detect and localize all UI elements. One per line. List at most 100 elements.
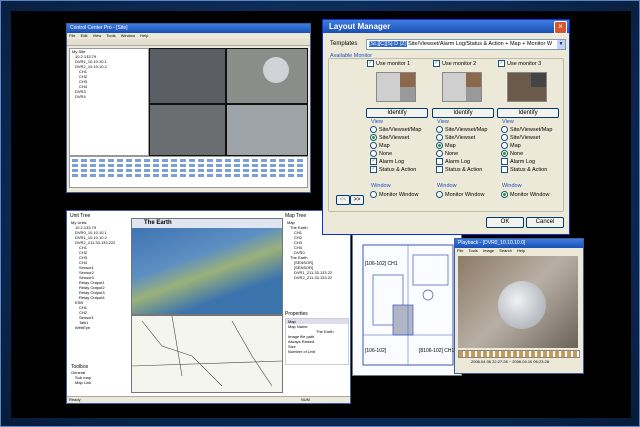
checkbox[interactable] [501,158,508,166]
view-option[interactable]: ✓ Alarm Log [370,158,404,166]
close-button[interactable]: × [554,21,567,34]
view-option[interactable]: Alarm Log [501,158,535,166]
option-label: Site/Viewset [445,135,476,141]
view-option[interactable]: Site/Viewset/Map [436,126,487,134]
view-option[interactable]: Map [436,142,456,150]
view-option[interactable]: Status & Action [436,166,482,174]
view-option[interactable]: Site/Viewset [370,134,409,142]
chevron-down-icon[interactable]: ▼ [557,40,565,49]
checkbox[interactable]: ✓ [370,158,377,166]
monitor-3-thumbnail [507,72,547,102]
property-row[interactable]: Number of Unit [286,349,348,354]
main-window-titlebar[interactable]: Control Center Pro - [Site] [67,24,310,33]
camera-view-2[interactable] [226,48,308,104]
radio[interactable] [370,134,377,142]
view-option[interactable]: Map [501,142,521,150]
view-option[interactable]: Site/Viewset [501,134,540,142]
sketch-map-panel[interactable] [131,315,283,393]
radio[interactable] [370,126,377,134]
tree-item[interactable]: DVR4 [70,94,148,99]
view-option[interactable]: None [370,150,392,158]
log-row [72,164,305,167]
tree-item[interactable]: WebEye [69,325,129,330]
menu-item[interactable]: Help [140,33,148,38]
playback-video[interactable] [458,256,578,348]
playback-titlebar[interactable]: Playback - [DVR0_10.10.10.0] [455,239,583,248]
radio[interactable] [436,150,443,158]
view-option[interactable]: Site/Viewset/Map [370,126,421,134]
use-monitor-2[interactable]: ✓ Use monitor 2 [433,60,476,68]
checkbox[interactable]: ✓ [367,60,374,68]
next-button[interactable]: >> [350,195,364,205]
monitor-label: Use monitor 2 [442,61,477,67]
checkbox[interactable] [501,166,508,174]
radio[interactable] [370,191,377,199]
menu-item[interactable]: View [93,33,102,38]
radio[interactable] [501,134,508,142]
option-label: Alarm Log [445,159,471,165]
window-option[interactable]: Monitor Window [501,191,549,199]
camera-view-1[interactable] [149,48,226,104]
radio[interactable] [501,150,508,158]
tree-item[interactable]: DVR2_211.33.133.22 [285,275,347,280]
window-option[interactable]: Monitor Window [370,191,418,199]
window-option[interactable]: Monitor Window [436,191,484,199]
view-option[interactable]: Alarm Log [436,158,470,166]
menu-item[interactable]: Tools [469,248,478,253]
checkbox[interactable]: ✓ [433,60,440,68]
camera-object [498,281,546,329]
menu-item[interactable]: File [69,33,75,38]
radio[interactable] [370,150,377,158]
camera-view-3[interactable] [149,104,226,156]
unit-tree-title: Unit Tree [70,213,91,219]
menu-item[interactable]: Edit [81,33,88,38]
radio[interactable] [501,126,508,134]
menu-item[interactable]: Window [121,33,135,38]
radio[interactable] [436,191,443,199]
view-option[interactable]: None [501,150,523,158]
view-option[interactable]: Site/Viewset [436,134,475,142]
use-monitor-1[interactable]: ✓ Use monitor 1 [367,60,410,68]
menu-item[interactable]: Tools [106,33,115,38]
radio[interactable] [370,142,377,150]
view-label-1: View [371,119,383,125]
template-select[interactable]: [SL][C][S] D (Z) Site/Viewset/Alarm Log/… [366,39,566,50]
main-monitor-window: Control Center Pro - [Site] File Edit Vi… [66,23,311,193]
radio[interactable] [436,126,443,134]
identify-button-1[interactable]: Identify [366,108,428,118]
prev-button[interactable]: << [336,195,350,205]
cancel-button[interactable]: Cancel [526,217,564,228]
menu-item[interactable]: Search [499,248,512,253]
view-option[interactable]: None [436,150,458,158]
menu-item[interactable]: File [457,248,463,253]
site-tree: My Site 10.2.133.79 DVR1_10.10.10.1 DVR2… [69,48,149,156]
menu-item[interactable]: Image [483,248,494,253]
playback-timeline[interactable] [458,350,580,358]
toolbox-item[interactable]: Map Link [69,380,129,385]
radio[interactable] [436,134,443,142]
checkbox[interactable]: ✓ [498,60,505,68]
camera-view-4[interactable] [226,104,308,156]
radio[interactable] [501,142,508,150]
checkbox[interactable] [436,166,443,174]
monitor-label: Use monitor 1 [376,61,411,67]
floor-plan-window[interactable]: [106-102] CH1 [8106-102] CH1 [106-102] [352,234,462,376]
identify-button-2[interactable]: Identify [432,108,494,118]
view-option[interactable]: ✓ Status & Action [370,166,416,174]
checkbox[interactable]: ✓ [370,166,377,174]
view-option[interactable]: Status & Action [501,166,547,174]
checkbox[interactable] [436,158,443,166]
earth-map-panel[interactable]: The Earth [131,218,283,315]
option-label: None [510,151,524,157]
identify-button-3[interactable]: Identify [497,108,559,118]
use-monitor-3[interactable]: ✓ Use monitor 3 [498,60,541,68]
radio[interactable] [501,191,508,199]
layout-manager-titlebar[interactable]: Layout Manager [323,20,569,33]
menu-item[interactable]: Help [517,248,525,253]
view-option[interactable]: Site/Viewset/Map [501,126,552,134]
view-option[interactable]: Map [370,142,390,150]
option-label: Monitor Window [510,192,550,198]
ok-button[interactable]: OK [486,217,524,228]
playback-menu: File Tools Image Search Help [455,248,583,254]
radio[interactable] [436,142,443,150]
